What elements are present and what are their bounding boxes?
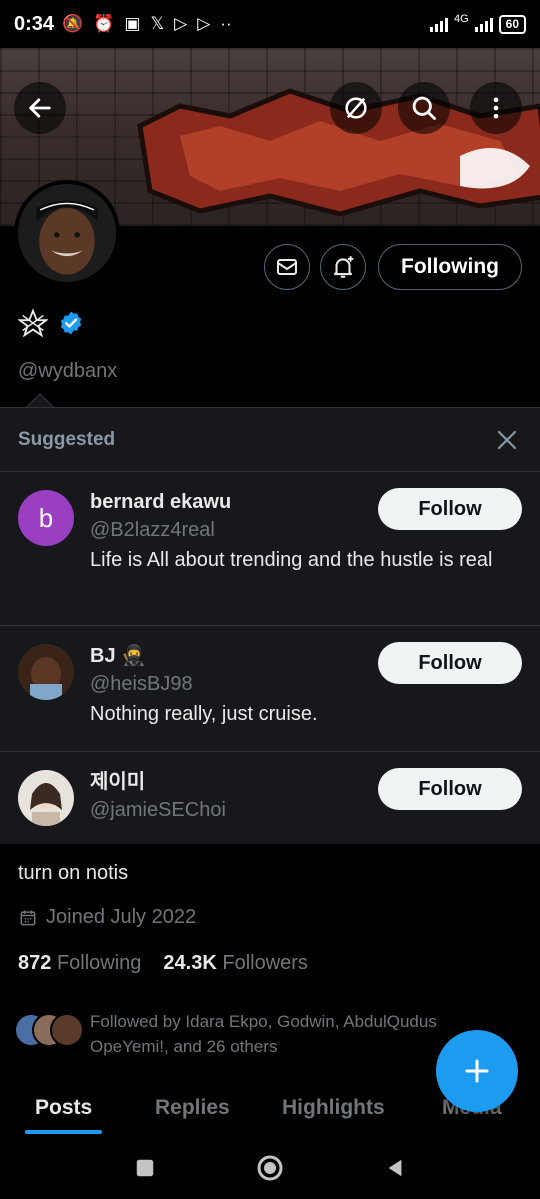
grok-button[interactable] (330, 82, 382, 134)
followers-label: Followers (222, 952, 308, 974)
back-nav-button[interactable] (384, 1157, 406, 1179)
suggested-title: Suggested (18, 428, 116, 450)
x-app-icon: 𝕏 (150, 14, 165, 33)
recent-apps-button[interactable] (134, 1157, 156, 1179)
avatar[interactable]: b (18, 490, 74, 546)
close-icon (497, 430, 517, 449)
follow-button[interactable]: Follow (378, 768, 522, 810)
status-system-icons: 4G 60 (429, 12, 526, 34)
avatar-photo (18, 770, 74, 826)
following-label: Following (56, 952, 142, 974)
suggested-close-button[interactable] (492, 425, 522, 455)
pentagram-star-icon (18, 308, 48, 338)
avatar-photo (18, 644, 74, 700)
suggested-user-row[interactable]: b bernard ekawu @B2lazz4real Life is All… (0, 472, 540, 626)
tab-highlights[interactable]: Highlights (282, 1096, 385, 1134)
signal-icon (429, 16, 448, 32)
avatar-letter: b (38, 502, 54, 533)
search-icon (412, 96, 436, 120)
suggested-user-bio: Nothing really, just cruise. (90, 703, 318, 725)
followed-by-avatars (14, 1013, 84, 1047)
profile-avatar[interactable] (14, 180, 120, 286)
media-icon: ▷ (174, 14, 188, 33)
alarm-icon: ⏰ (93, 14, 115, 33)
more-vertical-icon (493, 97, 499, 119)
plus-icon (465, 1059, 489, 1083)
suggested-user-row[interactable]: BJ 🥷 @heisBJ98 Nothing really, just crui… (0, 626, 540, 752)
slash-circle-icon (345, 97, 367, 119)
media-icon-2: ▷ (197, 14, 211, 33)
avatar[interactable] (18, 770, 74, 826)
followed-by[interactable]: Followed by Idara Ekpo, Godwin, AbdulQud… (14, 1009, 514, 1059)
more-button[interactable] (470, 82, 522, 134)
following-count: 872 (18, 952, 52, 974)
following-button[interactable]: Following (378, 244, 522, 290)
home-button[interactable] (256, 1154, 284, 1182)
suggested-user-row[interactable]: 제이미 @jamieSEChoi Follow (0, 752, 540, 844)
calendar-icon (20, 910, 36, 925)
avatar (50, 1013, 84, 1047)
joined-date: Joined July 2022 (18, 906, 196, 929)
system-navigation-bar (0, 1136, 540, 1199)
message-button[interactable] (264, 244, 310, 290)
suggested-user-bio: Life is All about trending and the hustl… (90, 549, 493, 571)
arrow-left-icon (29, 98, 51, 118)
search-button[interactable] (398, 82, 450, 134)
bell-plus-icon (333, 256, 354, 278)
following-count-link[interactable]: 872 Following (18, 952, 141, 975)
follow-button[interactable]: Follow (378, 488, 522, 530)
notifications-button[interactable] (320, 244, 366, 290)
follow-counts: 872 Following 24.3K Followers (18, 952, 308, 975)
more-notifications-icon: ·· (220, 14, 232, 33)
avatar[interactable] (18, 644, 74, 700)
verified-badge-icon[interactable] (58, 310, 84, 336)
avatar-photo (18, 184, 116, 282)
followers-count-link[interactable]: 24.3K Followers (163, 952, 308, 975)
envelope-icon (277, 259, 297, 275)
profile-handle: @wydbanx (18, 360, 118, 382)
signal-icon-2 (474, 16, 493, 32)
status-bar: 0:34 🔕 ⏰ ▣ 𝕏 ▷ ▷ ·· 4G 60 (0, 0, 540, 48)
tab-posts[interactable]: Posts (24, 1096, 103, 1134)
back-button[interactable] (14, 82, 66, 134)
status-time: 0:34 (14, 12, 55, 35)
suggested-header: Suggested (0, 408, 540, 472)
followers-count: 24.3K (163, 952, 217, 974)
network-type: 4G (453, 12, 469, 25)
follow-button[interactable]: Follow (378, 642, 522, 684)
tab-replies[interactable]: Replies (155, 1096, 230, 1134)
compose-button[interactable] (436, 1030, 518, 1112)
display-name (18, 308, 84, 338)
profile-bio: turn on notis (18, 862, 129, 884)
muted-bell-icon: 🔕 (62, 14, 84, 33)
battery-icon: 60 (498, 14, 526, 34)
joined-text: Joined July 2022 (46, 906, 197, 928)
status-notification-icons: 🔕 ⏰ ▣ 𝕏 ▷ ▷ ·· (62, 14, 232, 34)
app-notification-icon: ▣ (124, 14, 141, 33)
suggested-panel: Suggested b bernard ekawu @B2lazz4real L… (0, 407, 540, 844)
